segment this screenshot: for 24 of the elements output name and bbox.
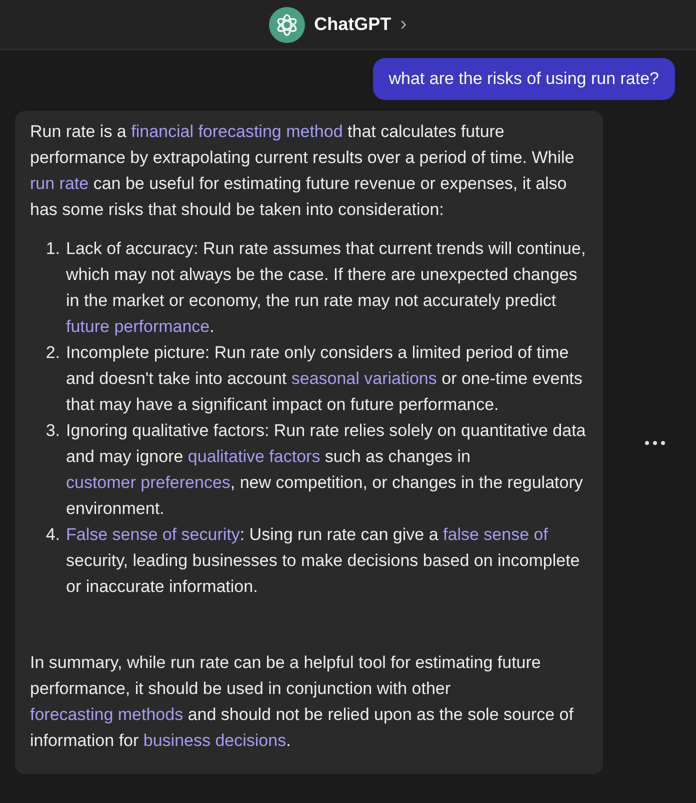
list-item-text: False sense of security: Using run rate can give a false sense of security, leading businesses to make decisions based on incomplete or inaccurate information. bbox=[66, 524, 581, 598]
list-number: 4. bbox=[44, 524, 61, 546]
list-item-text: Ignoring qualitative factors: Run rate relies solely on quantitative data and may ignore qualitative factors such as changes in customer preferences, new competition, or changes in the regulatory environment. bbox=[66, 420, 587, 520]
link[interactable]: seasonal variations bbox=[291, 369, 437, 388]
model-selector[interactable]: ChatGPT › bbox=[269, 6, 407, 42]
link[interactable]: false sense of bbox=[443, 525, 548, 544]
list-number: 1. bbox=[44, 238, 61, 260]
list-item-text: Lack of accuracy: Run rate assumes that current trends will continue, which may not always be the case. If there are unexpected changes in the market or economy, the run rate may not accurately predict future performance. bbox=[66, 238, 587, 338]
user-message: what are the risks of using run rate? bbox=[372, 58, 675, 100]
list-number: 2. bbox=[44, 342, 61, 364]
link[interactable]: run rate bbox=[30, 174, 89, 193]
paragraph: In summary, while run rate can be a helpful tool for estimating future performance, it should be used in conjunction with other forecasting methods and should not be relied upon as the sole source of information for business decisions. bbox=[30, 652, 574, 752]
list-item-text: Incomplete picture: Run rate only considers a limited period of time and doesn't take into account seasonal variations or one-time events that may have a significant impact on future performance. bbox=[66, 342, 584, 416]
link[interactable]: forecasting methods bbox=[30, 705, 184, 724]
more-icon[interactable] bbox=[645, 440, 665, 444]
link[interactable]: False sense of security bbox=[66, 525, 240, 544]
link[interactable]: financial forecasting method bbox=[131, 122, 343, 141]
link[interactable]: qualitative factors bbox=[188, 447, 320, 466]
link[interactable]: future performance bbox=[66, 317, 210, 336]
logo-icon bbox=[269, 6, 306, 42]
link[interactable]: business decisions bbox=[143, 731, 286, 750]
link[interactable]: customer preferences bbox=[66, 473, 230, 492]
list-number: 3. bbox=[44, 420, 61, 442]
paragraph: Run rate is a financial forecasting method that calculates future performance by extrapolating current results over a period of time. While run rate can be useful for estimating future revenue or expenses, it also has some risks that should be taken into consideration: bbox=[30, 121, 576, 221]
